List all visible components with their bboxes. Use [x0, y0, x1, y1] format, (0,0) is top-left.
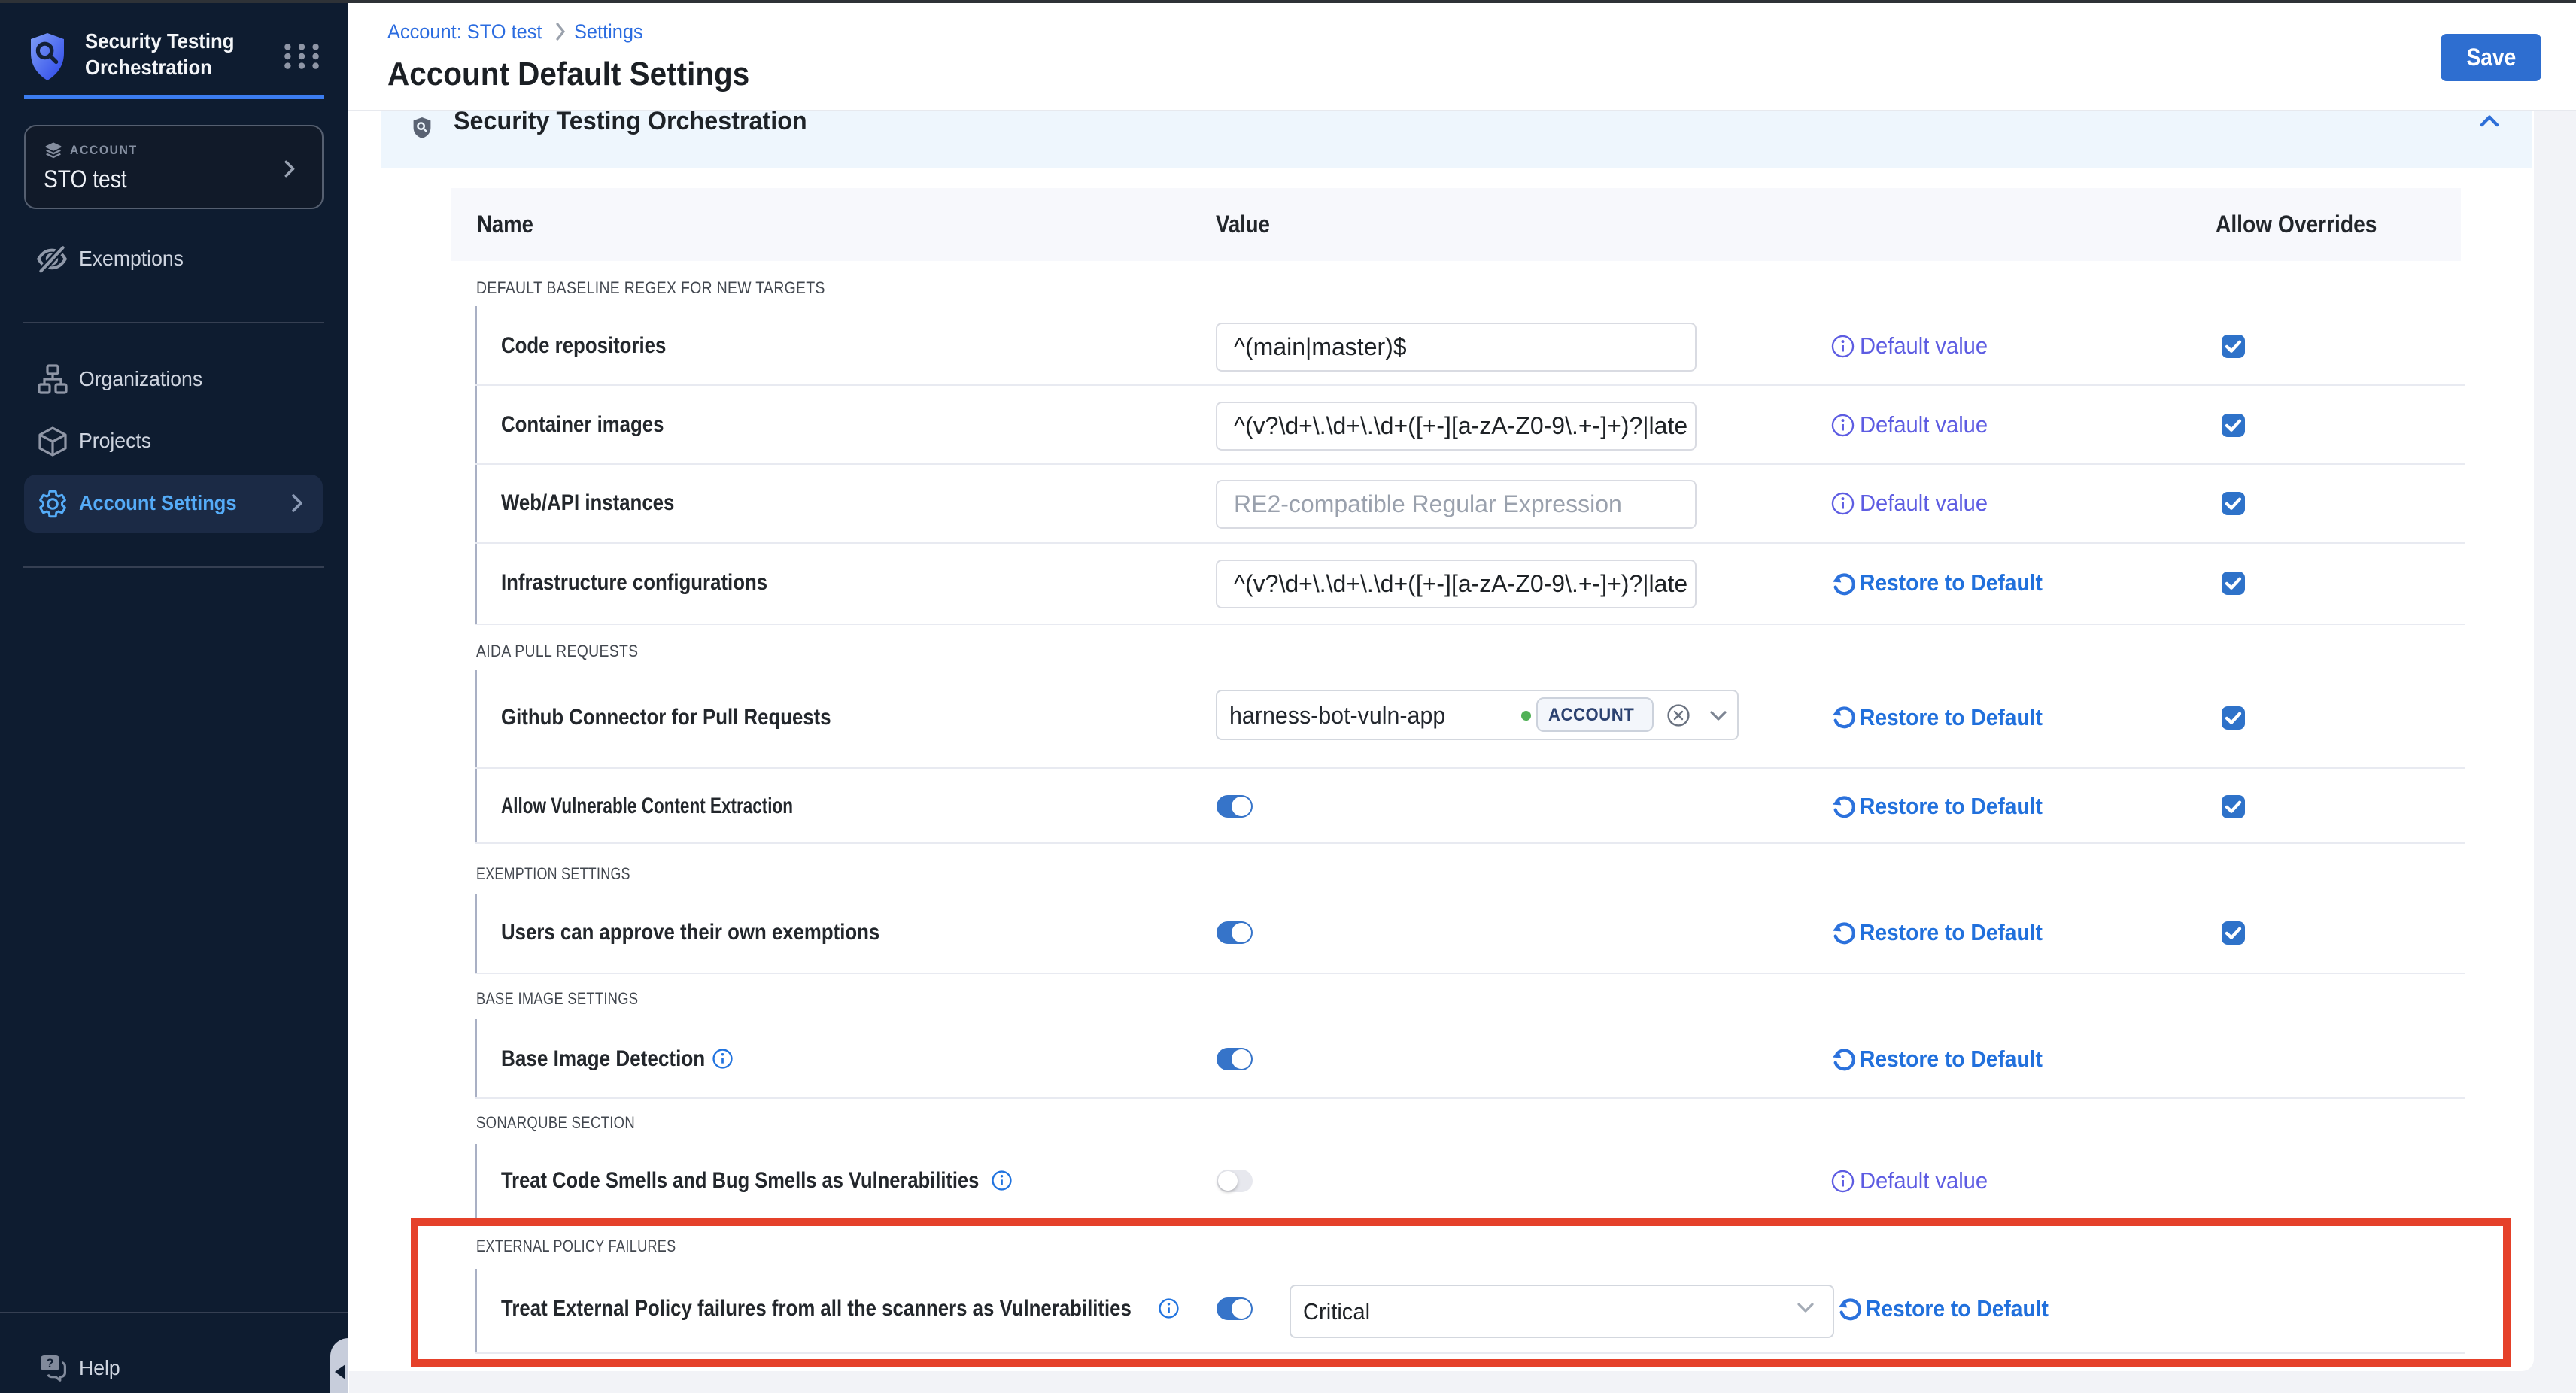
svg-text:?: ? [46, 1356, 53, 1370]
